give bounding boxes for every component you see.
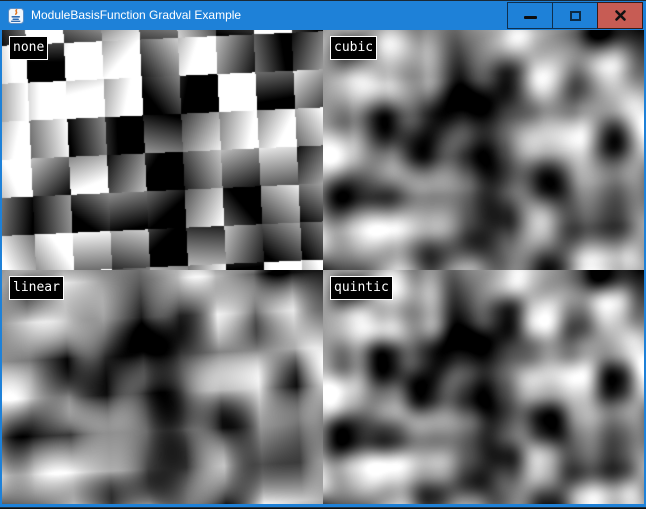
noise-canvas-cubic: [323, 30, 644, 270]
titlebar[interactable]: ModuleBasisFunction Gradval Example: [0, 0, 646, 30]
minimize-button[interactable]: [507, 2, 553, 29]
noise-canvas-none: [2, 30, 323, 270]
noise-canvas-linear: [2, 270, 323, 504]
java-coffee-cup-icon[interactable]: [8, 8, 24, 24]
panel-quintic: quintic: [323, 270, 644, 504]
panel-none: none: [2, 30, 323, 270]
app-window: ModuleBasisFunction Gradval Example none…: [0, 0, 646, 507]
java-coffee-cup-icon-svg: [8, 8, 24, 24]
client-area: none cubic linear quintic: [2, 30, 644, 504]
close-icon: [614, 9, 627, 22]
panel-label-quintic: quintic: [330, 276, 393, 300]
panel-label-linear: linear: [9, 276, 64, 300]
panel-linear: linear: [2, 270, 323, 504]
maximize-icon: [570, 11, 581, 21]
maximize-button[interactable]: [552, 2, 598, 29]
panel-label-cubic: cubic: [330, 36, 377, 60]
noise-canvas-quintic: [323, 270, 644, 504]
caption-buttons: [508, 2, 643, 29]
panel-cubic: cubic: [323, 30, 644, 270]
close-button[interactable]: [597, 2, 643, 29]
panel-label-none: none: [9, 36, 48, 60]
window-title: ModuleBasisFunction Gradval Example: [31, 1, 241, 31]
minimize-icon: [524, 16, 537, 19]
